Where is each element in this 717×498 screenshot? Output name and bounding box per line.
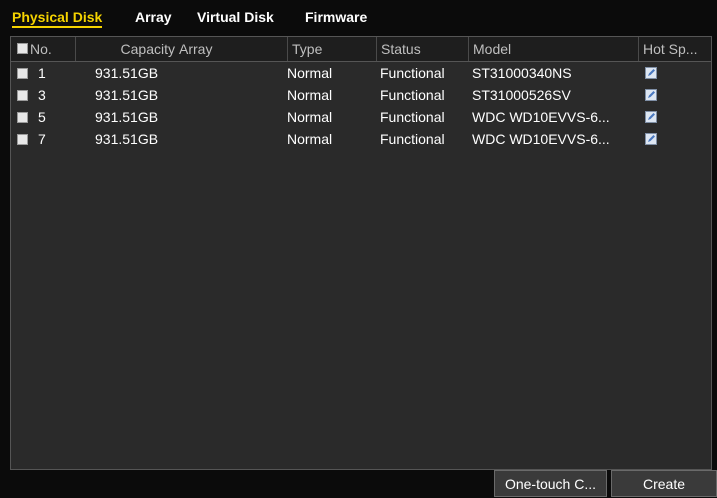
edit-icon[interactable] <box>645 111 657 123</box>
tab-physical-disk[interactable]: Physical Disk <box>12 7 103 28</box>
tab-virtual-disk[interactable]: Virtual Disk <box>197 7 274 27</box>
tab-array[interactable]: Array <box>135 7 172 27</box>
table-row[interactable]: 5 931.51GB Normal Functional WDC WD10EVV… <box>11 106 711 128</box>
column-header-status[interactable]: Status <box>376 37 468 61</box>
column-header-capacity[interactable]: Capacity <box>75 37 177 61</box>
cell-status: Functional <box>380 131 445 147</box>
create-button[interactable]: Create <box>611 470 717 497</box>
cell-capacity: 931.51GB <box>95 109 159 125</box>
cell-type: Normal <box>287 109 333 125</box>
column-header-model[interactable]: Model <box>468 37 638 61</box>
cell-type: Normal <box>287 87 333 103</box>
edit-icon[interactable] <box>645 67 657 79</box>
column-header-type[interactable]: Type <box>287 37 376 61</box>
cell-model: ST31000526SV <box>472 87 571 103</box>
cell-capacity: 931.51GB <box>95 131 159 147</box>
cell-status: Functional <box>380 109 445 125</box>
edit-icon[interactable] <box>645 89 657 101</box>
cell-array <box>183 62 283 84</box>
select-all-checkbox[interactable] <box>17 43 28 54</box>
table-row[interactable]: 3 931.51GB Normal Functional ST31000526S… <box>11 84 711 106</box>
cell-model: ST31000340NS <box>472 65 572 81</box>
row-checkbox[interactable] <box>17 90 28 101</box>
cell-model: WDC WD10EVVS-6... <box>472 131 610 147</box>
row-checkbox[interactable] <box>17 68 28 79</box>
cell-no: 3 <box>38 87 46 103</box>
column-header-array[interactable]: Array <box>179 37 287 61</box>
cell-no: 7 <box>38 131 46 147</box>
cell-array <box>183 106 283 128</box>
column-header-hot-spare[interactable]: Hot Sp... <box>638 37 711 61</box>
cell-array <box>183 128 283 150</box>
cell-type: Normal <box>287 65 333 81</box>
cell-status: Functional <box>380 65 445 81</box>
cell-type: Normal <box>287 131 333 147</box>
column-header-no[interactable]: No. <box>30 37 75 61</box>
row-checkbox[interactable] <box>17 134 28 145</box>
one-touch-button[interactable]: One-touch C... <box>494 470 607 497</box>
cell-no: 5 <box>38 109 46 125</box>
table-row[interactable]: 1 931.51GB Normal Functional ST31000340N… <box>11 62 711 84</box>
edit-icon[interactable] <box>645 133 657 145</box>
physical-disk-panel: No. Capacity Array Type Status Model Hot… <box>10 36 712 470</box>
cell-capacity: 931.51GB <box>95 87 159 103</box>
tab-firmware[interactable]: Firmware <box>305 7 367 27</box>
cell-no: 1 <box>38 65 46 81</box>
cell-capacity: 931.51GB <box>95 65 159 81</box>
table-row[interactable]: 7 931.51GB Normal Functional WDC WD10EVV… <box>11 128 711 150</box>
cell-model: WDC WD10EVVS-6... <box>472 109 610 125</box>
table-header: No. Capacity Array Type Status Model Hot… <box>11 37 711 62</box>
cell-array <box>183 84 283 106</box>
tab-bar: Physical Disk Array Virtual Disk Firmwar… <box>0 0 717 30</box>
cell-status: Functional <box>380 87 445 103</box>
row-checkbox[interactable] <box>17 112 28 123</box>
